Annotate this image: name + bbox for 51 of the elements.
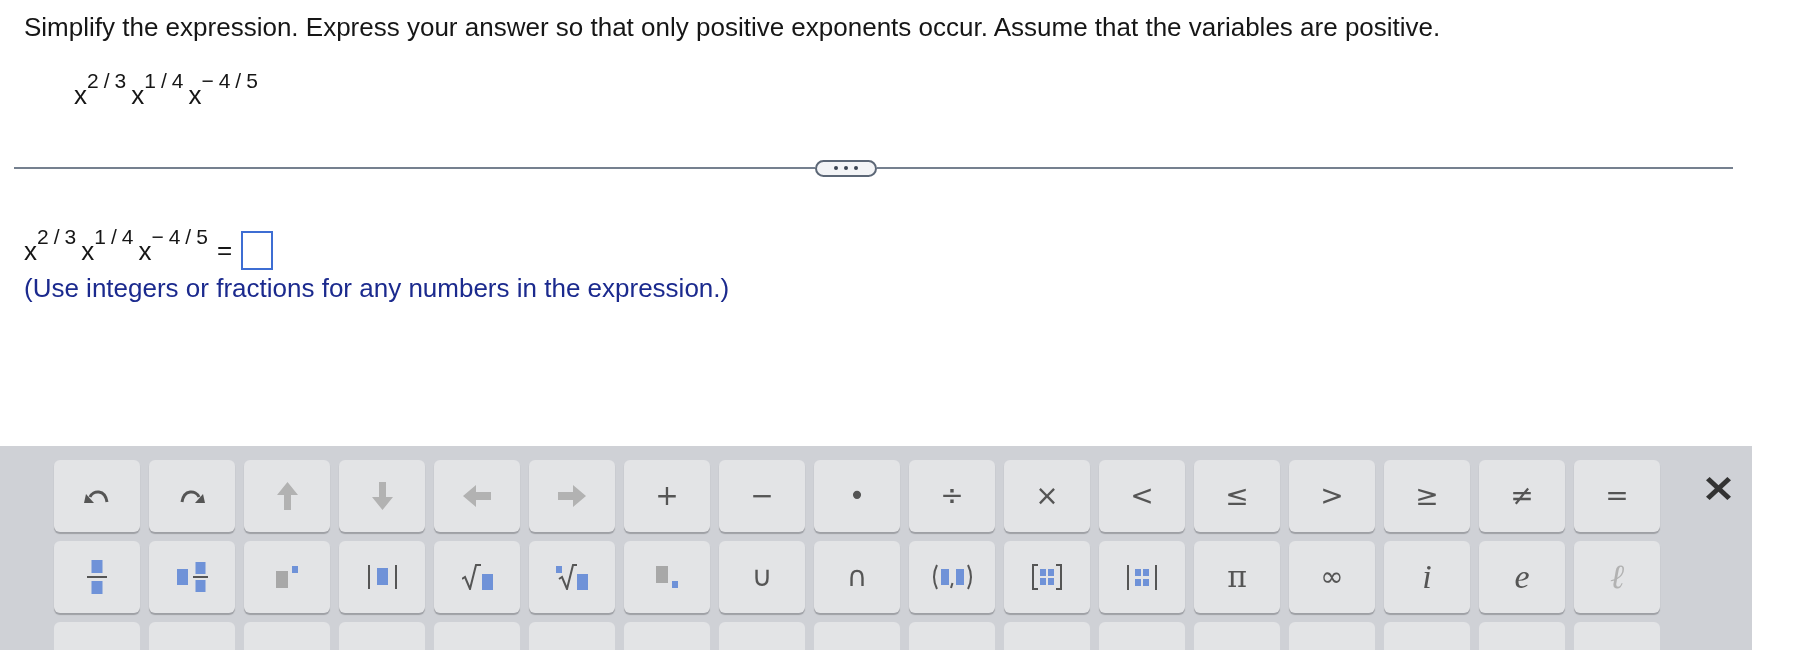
math-expression: x$^{2/3}$x$^{1/4}$x$^{−4/5}$: [24, 225, 213, 265]
square-root-icon: [461, 564, 493, 590]
keyboard-key[interactable]: [1099, 541, 1185, 613]
keyboard-key[interactable]: [339, 541, 425, 613]
left-arrow-icon: [463, 485, 491, 507]
hint-text: (Use integers or fractions for any numbers in the expression.): [24, 273, 730, 303]
keyboard-key[interactable]: ∩: [814, 541, 900, 613]
keyboard-key[interactable]: e: [1479, 541, 1565, 613]
subscript-icon: [656, 566, 678, 588]
more-button[interactable]: [815, 159, 877, 177]
keyboard-key[interactable]: =: [1574, 460, 1660, 532]
determinant-icon: [1127, 564, 1157, 590]
mixed-number-icon: [176, 562, 208, 592]
keyboard-key[interactable]: ×: [1004, 460, 1090, 532]
keyboard-key[interactable]: ≤: [1194, 460, 1280, 532]
keyboard-key[interactable]: +: [624, 460, 710, 532]
exponent-icon: [276, 566, 298, 588]
close-button[interactable]: [1706, 477, 1731, 500]
more-icon: [834, 166, 858, 170]
undo-icon: [84, 488, 110, 504]
keyboard-key[interactable]: −: [719, 460, 805, 532]
keyboard-key[interactable]: >: [1289, 460, 1375, 532]
interval-icon: [930, 564, 974, 590]
keyboard-key[interactable]: ∞: [1289, 541, 1375, 613]
equals-sign: =: [216, 235, 233, 265]
matrix-icon: [1032, 564, 1062, 590]
keyboard-key[interactable]: [149, 541, 235, 613]
keyboard-key[interactable]: [54, 541, 140, 613]
nth-root-icon: [556, 564, 588, 590]
keyboard-key[interactable]: ÷: [909, 460, 995, 532]
keyboard-key[interactable]: <: [1099, 460, 1185, 532]
keyboard-key[interactable]: [434, 541, 520, 613]
close-icon: [1706, 477, 1731, 500]
keyboard-key[interactable]: [1004, 541, 1090, 613]
keyboard-key[interactable]: [529, 541, 615, 613]
right-arrow-icon: [558, 485, 586, 507]
math-expression: x$^{2/3}$x$^{1/4}$x$^{−4/5}$: [74, 70, 263, 110]
instruction-text: Simplify the expression. Express your answer so that only positive exponents occur. Assume that the variables are positive.: [24, 12, 1441, 42]
absolute-value-icon: [367, 565, 397, 589]
keyboard-key[interactable]: ∪: [719, 541, 805, 613]
down-arrow-icon: [371, 482, 393, 510]
fraction-icon: [87, 560, 107, 594]
redo-icon: [179, 488, 205, 504]
keyboard-key[interactable]: ≠: [1479, 460, 1565, 532]
keyboard-key[interactable]: i: [1384, 541, 1470, 613]
answer-box[interactable]: [241, 231, 274, 270]
keyboard-key[interactable]: [909, 541, 995, 613]
keyboard-key[interactable]: •: [814, 460, 900, 532]
keyboard-key[interactable]: π: [1194, 541, 1280, 613]
up-arrow-icon: [276, 482, 298, 510]
keyboard-key[interactable]: ≥: [1384, 460, 1470, 532]
